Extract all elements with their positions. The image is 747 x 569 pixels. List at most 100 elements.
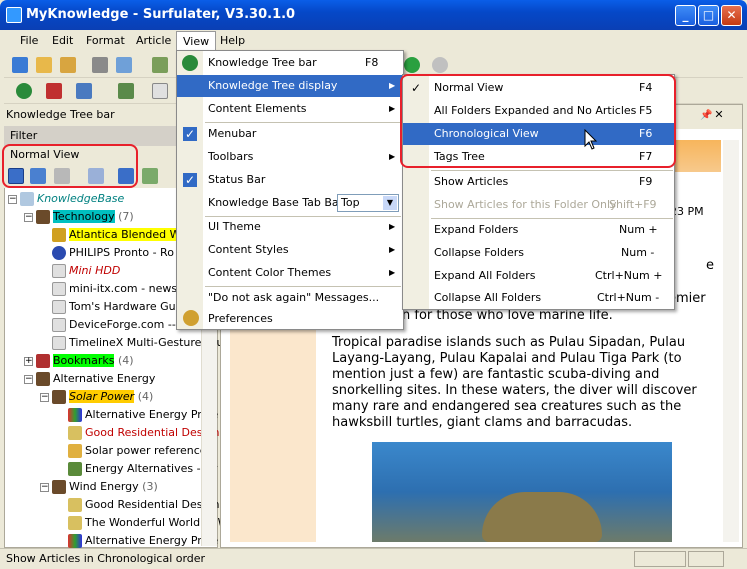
menu-format[interactable]: Format bbox=[80, 31, 131, 51]
tree-item[interactable]: TimelineX Multi-Gesture Tou bbox=[52, 334, 223, 352]
status-panel bbox=[688, 551, 724, 567]
menu-item-content-elements[interactable]: Content Elements ▶ bbox=[177, 98, 403, 120]
tree-item[interactable]: + Bookmarks (4) bbox=[24, 352, 134, 370]
page-icon[interactable] bbox=[152, 83, 168, 99]
tree-item[interactable]: DeviceForge.com -- to bbox=[52, 316, 190, 334]
article-text-partial: n for those who love marine life. bbox=[402, 308, 613, 323]
status-bar: Show Articles in Chronological order bbox=[0, 548, 747, 569]
menu-help[interactable]: Help bbox=[214, 31, 251, 51]
tree-item[interactable]: Good Residential Design bbox=[68, 496, 220, 514]
preferences-icon bbox=[183, 310, 199, 326]
pin-icon[interactable]: 📌 bbox=[700, 110, 712, 122]
page-icon bbox=[52, 336, 66, 350]
book-icon bbox=[52, 390, 66, 404]
tab-bar-position-select[interactable]: Top ▼ bbox=[337, 194, 399, 212]
menu-item-ui-theme[interactable]: UI Theme ▶ bbox=[177, 216, 403, 238]
annotation-highlight bbox=[2, 144, 138, 188]
star-icon bbox=[68, 498, 82, 512]
tree-item[interactable]: Alternative Energy Proje bbox=[68, 406, 218, 424]
menu-item-content-color-themes[interactable]: Content Color Themes ▶ bbox=[177, 262, 403, 284]
maximize-button[interactable]: □ bbox=[698, 5, 719, 26]
menu-item-show-articles[interactable]: Show Articles F9 bbox=[403, 171, 674, 193]
close-pane-icon[interactable]: ✕ bbox=[712, 108, 726, 122]
menu-item-status-bar[interactable]: ✓ Status Bar bbox=[177, 169, 403, 191]
tree-item[interactable]: Solar power reference n bbox=[68, 442, 217, 460]
tree-item[interactable]: − Solar Power (4) bbox=[40, 388, 153, 406]
tree-item[interactable]: − Alternative Energy bbox=[24, 370, 155, 388]
book-icon bbox=[52, 480, 66, 494]
menu-item-expand-folders[interactable]: Expand Folders Num + bbox=[403, 219, 674, 241]
page-icon bbox=[52, 264, 66, 278]
mouse-cursor-icon bbox=[584, 129, 598, 150]
tree-item[interactable]: Tom's Hardware Guide bbox=[52, 298, 192, 316]
menu-item-preferences[interactable]: Preferences bbox=[177, 308, 403, 330]
tree-icon[interactable] bbox=[118, 83, 134, 99]
menu-item-menubar[interactable]: ✓ Menubar bbox=[177, 123, 403, 145]
tree-item[interactable]: Atlantica Blended Wir bbox=[52, 226, 188, 244]
check-icon: ✓ bbox=[183, 127, 197, 141]
dot-icon bbox=[52, 246, 66, 260]
tree-item[interactable]: − Wind Energy (3) bbox=[40, 478, 158, 496]
menu-item-toolbars[interactable]: Toolbars ▶ bbox=[177, 146, 403, 168]
sync-icon[interactable] bbox=[142, 168, 158, 184]
toolbar-secondary bbox=[4, 79, 176, 104]
menu-item-expand-all-folders[interactable]: Expand All Folders Ctrl+Num + bbox=[403, 265, 674, 287]
star-icon bbox=[68, 426, 82, 440]
print-icon[interactable] bbox=[92, 57, 108, 73]
rainbow-icon bbox=[68, 534, 82, 548]
page-icon bbox=[52, 282, 66, 296]
tag-icon[interactable] bbox=[46, 83, 62, 99]
preview-icon[interactable] bbox=[116, 57, 132, 73]
book-icon bbox=[36, 354, 50, 368]
menu-item-content-styles[interactable]: Content Styles ▶ bbox=[177, 239, 403, 261]
status-text: Show Articles in Chronological order bbox=[6, 552, 206, 565]
menu-file[interactable]: File bbox=[14, 31, 44, 51]
tree-item[interactable]: Mini HDD bbox=[52, 262, 120, 280]
book-icon bbox=[36, 372, 50, 386]
article-text-partial: e bbox=[706, 258, 714, 273]
folder-icon[interactable] bbox=[60, 57, 76, 73]
tree-item[interactable]: PHILIPS Pronto - Ro bbox=[52, 244, 174, 262]
tree-item[interactable]: − Technology (7) bbox=[24, 208, 134, 226]
new-icon[interactable] bbox=[12, 57, 28, 73]
menu-item-knowledge-tree-display[interactable]: Knowledge Tree display ▶ bbox=[177, 75, 403, 97]
turtle-image bbox=[372, 442, 672, 542]
back-icon[interactable] bbox=[404, 57, 420, 73]
article-scrollbar[interactable] bbox=[723, 140, 739, 542]
toolbar-main bbox=[4, 53, 176, 78]
chevron-down-icon: ▼ bbox=[383, 196, 397, 210]
menu-item-do-not-ask-messages[interactable]: "Do not ask again" Messages... bbox=[177, 287, 403, 309]
status-panel bbox=[634, 551, 686, 567]
menu-item-kb-tab-bar[interactable]: Knowledge Base Tab Bar Top ▼ bbox=[177, 192, 403, 214]
menu-edit[interactable]: Edit bbox=[46, 31, 79, 51]
star-icon bbox=[68, 516, 82, 530]
tree-item[interactable]: Energy Alternatives - Or bbox=[68, 460, 217, 478]
tree-item[interactable]: mini-itx.com - news bbox=[52, 280, 177, 298]
menu-item-show-articles-folder-only: Show Articles for this Folder Only Shift+… bbox=[434, 198, 657, 211]
tree-item[interactable]: − KnowledgeBase bbox=[8, 190, 124, 208]
menu-item-collapse-all-folders[interactable]: Collapse All Folders Ctrl+Num - bbox=[403, 287, 674, 309]
article-time: 23 PM bbox=[670, 205, 704, 218]
lightbulb-icon bbox=[68, 444, 82, 458]
grid-icon[interactable] bbox=[76, 83, 92, 99]
energy-icon bbox=[68, 462, 82, 476]
page-icon bbox=[52, 300, 66, 314]
book-icon bbox=[36, 210, 50, 224]
app-icon bbox=[6, 7, 22, 23]
tool-icon[interactable] bbox=[152, 57, 168, 73]
menu-item-collapse-folders[interactable]: Collapse Folders Num - bbox=[403, 242, 674, 264]
minimize-button[interactable]: _ bbox=[675, 5, 696, 26]
globe-icon bbox=[182, 55, 198, 71]
menu-view[interactable]: View bbox=[176, 31, 217, 51]
knowledgebase-icon bbox=[20, 192, 34, 206]
menu-item-knowledge-tree-bar[interactable]: Knowledge Tree bar F8 bbox=[177, 52, 403, 74]
forward-icon[interactable] bbox=[432, 57, 448, 73]
globe-icon[interactable] bbox=[16, 83, 32, 99]
close-button[interactable]: ✕ bbox=[721, 5, 742, 26]
turtle-shape bbox=[482, 492, 602, 542]
view-menu: Knowledge Tree bar F8 Knowledge Tree disp… bbox=[176, 50, 404, 330]
open-folder-icon[interactable] bbox=[36, 57, 52, 73]
tree-item[interactable]: Good Residential Design bbox=[68, 424, 220, 442]
annotation-highlight bbox=[400, 74, 676, 168]
menu-article[interactable]: Article bbox=[130, 31, 177, 51]
